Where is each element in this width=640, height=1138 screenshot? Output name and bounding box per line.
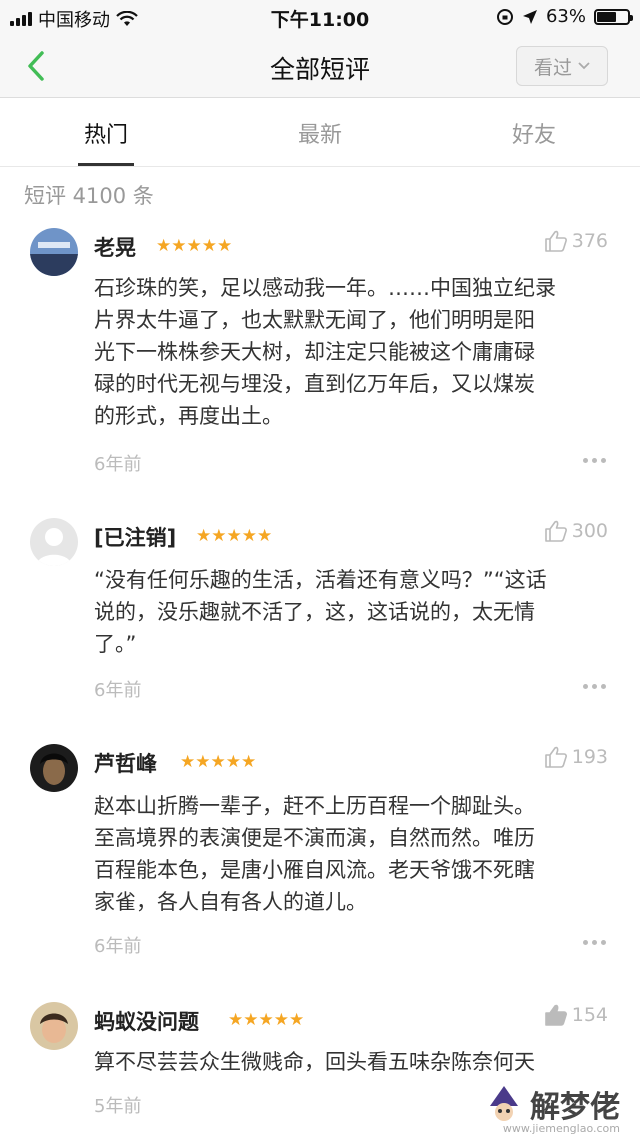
avatar-image: [30, 228, 78, 276]
review-text: 石珍珠的笑，足以感动我一年。……中国独立纪录 片界太牛逼了，也太默默无闻了，他们…: [94, 272, 614, 432]
like-button[interactable]: 154: [544, 1004, 608, 1026]
review-time: 6年前: [94, 680, 142, 701]
review-time: 5年前: [94, 1096, 142, 1117]
review-line: 说的，没乐趣就不活了，这，这话说的，太无情: [94, 600, 535, 624]
review-text: “没有任何乐趣的生活，活着还有意义吗？”“这话 说的，没乐趣就不活了，这，这话说…: [94, 564, 614, 660]
star-rating: ★★★★★: [228, 1010, 305, 1030]
like-button[interactable]: 193: [544, 746, 608, 768]
thumbs-up-icon: [544, 1004, 567, 1026]
review-user-name[interactable]: 老晃: [94, 232, 136, 262]
location-icon: [522, 9, 537, 24]
review-text: 赵本山折腾一辈子，赶不上历百程一个脚趾头。 至高境界的表演便是不演而演，自然而然…: [94, 790, 614, 918]
filter-label: 看过: [533, 56, 572, 79]
watermark: 解梦佬: [484, 1082, 620, 1126]
more-options-button[interactable]: [583, 940, 606, 945]
chevron-down-icon: [578, 62, 590, 70]
tab-hot[interactable]: 热门: [46, 117, 166, 149]
tab-bar: 热门 最新 好友: [0, 99, 640, 167]
status-bar: 中国移动 下午11:00 63%: [0, 0, 640, 34]
like-count: 193: [571, 746, 608, 768]
avatar[interactable]: [30, 744, 78, 792]
battery-percent: 63%: [545, 6, 586, 27]
like-count: 300: [571, 520, 608, 542]
watermark-text: 解梦佬: [530, 1090, 620, 1125]
review-user-name[interactable]: 芦哲峰: [94, 748, 157, 778]
thumbs-up-icon: [544, 230, 567, 252]
like-count: 154: [571, 1004, 608, 1026]
orientation-lock-icon: [496, 8, 513, 25]
review-line: 家雀，各人自有各人的道儿。: [94, 890, 367, 914]
like-button[interactable]: 300: [544, 520, 608, 542]
nav-bar: 全部短评 看过: [0, 34, 640, 98]
review-line: “没有任何乐趣的生活，活着还有意义吗？”“这话: [94, 568, 547, 592]
avatar[interactable]: [30, 1002, 78, 1050]
active-tab-indicator: [78, 163, 134, 166]
thumbs-up-icon: [544, 746, 567, 768]
avatar-image: [30, 744, 78, 792]
review-count: 短评 4100 条: [24, 184, 154, 208]
review-user-name[interactable]: [已注销]: [94, 522, 176, 552]
review-line: 碌的时代无视与埋没，直到亿万年后，又以煤炭: [94, 372, 535, 396]
star-rating: ★★★★★: [196, 526, 273, 546]
status-right: 63%: [496, 6, 633, 27]
review-line: 片界太牛逼了，也太默默无闻了，他们明明是阳: [94, 308, 535, 332]
like-button[interactable]: 376: [544, 230, 608, 252]
review-user-name[interactable]: 蚂蚁没问题: [94, 1006, 199, 1036]
like-count: 376: [571, 230, 608, 252]
review-time: 6年前: [94, 936, 142, 957]
review-text: 算不尽芸芸众生微贱命，回头看五味杂陈奈何天: [94, 1046, 614, 1078]
more-options-button[interactable]: [583, 684, 606, 689]
tab-friends[interactable]: 好友: [474, 117, 594, 149]
review-line: 光下一株株参天大树，却注定只能被这个庸庸碌: [94, 340, 535, 364]
avatar[interactable]: [30, 518, 78, 566]
review-time: 6年前: [94, 454, 142, 475]
more-options-button[interactable]: [583, 458, 606, 463]
avatar-image: [30, 1002, 78, 1050]
thumbs-up-icon: [544, 520, 567, 542]
watched-filter-button[interactable]: 看过: [516, 46, 608, 86]
star-rating: ★★★★★: [156, 236, 233, 256]
battery-fill: [597, 11, 616, 22]
review-line: 至高境界的表演便是不演而演，自然而然。唯历: [94, 826, 535, 850]
default-avatar-icon: [30, 518, 78, 566]
review-line: 石珍珠的笑，足以感动我一年。……中国独立纪录: [94, 276, 556, 300]
avatar[interactable]: [30, 228, 78, 276]
watermark-url: www.jiemenglao.com: [502, 1122, 620, 1135]
review-line: 百程能本色，是唐小雁自风流。老天爷饿不死瞎: [94, 858, 535, 882]
review-line: 了。”: [94, 632, 137, 656]
review-line: 赵本山折腾一辈子，赶不上历百程一个脚趾头。: [94, 794, 535, 818]
battery-icon: [594, 8, 633, 25]
star-rating: ★★★★★: [180, 752, 257, 772]
review-line: 的形式，再度出土。: [94, 404, 283, 428]
wizard-mascot-icon: [490, 1086, 518, 1121]
tab-latest[interactable]: 最新: [260, 117, 380, 149]
review-line: 算不尽芸芸众生微贱命，回头看五味杂陈奈何天: [94, 1050, 535, 1074]
